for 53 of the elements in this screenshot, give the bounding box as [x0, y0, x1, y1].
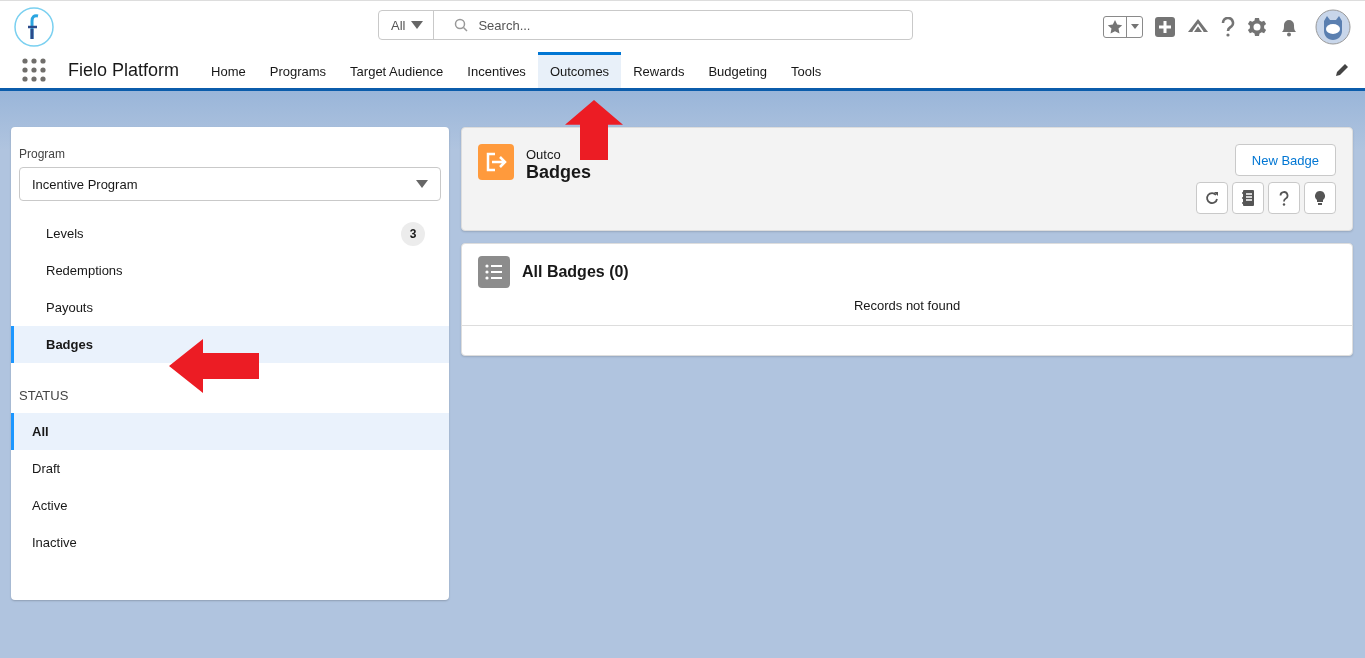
count-badge: 3 [401, 221, 425, 246]
search-field[interactable]: All Search... [378, 10, 913, 40]
status-filter[interactable]: Draft [11, 450, 449, 487]
nav-tab[interactable]: Outcomes [537, 52, 622, 88]
status-filter[interactable]: Inactive [11, 524, 449, 561]
notebook-icon [1242, 190, 1254, 206]
section-heading: STATUS [19, 388, 70, 403]
new-button[interactable]: New Badge [1234, 144, 1336, 176]
empty-message: Records not found [462, 288, 1352, 326]
nav-tab[interactable]: Rewards [621, 52, 697, 88]
annotation-arrow [565, 100, 623, 160]
edit-icon[interactable] [1335, 63, 1349, 77]
logo-icon[interactable] [14, 6, 54, 47]
list-title: All Badges (0) [522, 263, 629, 281]
help-icon[interactable] [1221, 16, 1235, 37]
refresh-icon [1205, 191, 1219, 205]
caret-icon [1130, 24, 1139, 29]
program-dropdown[interactable]: Incentive Program [19, 167, 441, 201]
nav-tab[interactable]: Tools [779, 52, 834, 88]
object-label: Outco [526, 147, 562, 162]
nav-tab[interactable]: Target Audience [338, 52, 456, 88]
tip-button[interactable] [1304, 182, 1336, 214]
sidebar-item[interactable]: Levels 3 [11, 215, 449, 252]
nav-tab[interactable]: Budgeting [696, 52, 779, 88]
lightbulb-icon [1315, 190, 1325, 206]
search-icon [454, 18, 469, 32]
status-filter[interactable]: All [11, 413, 449, 450]
list-icon [478, 256, 510, 288]
avatar-icon[interactable] [1315, 8, 1351, 45]
nav-tab[interactable]: Programs [257, 52, 339, 88]
nav-tab[interactable]: Home [199, 52, 258, 88]
caret-icon [411, 21, 424, 29]
app-launcher-icon[interactable] [22, 58, 46, 82]
sidebar-item[interactable]: Badges [11, 326, 449, 363]
page-title: Badges [526, 162, 592, 183]
sidebar-item[interactable]: Payouts [11, 289, 449, 326]
app-name: Fielo Platform [68, 59, 180, 81]
status-filter[interactable]: Active [11, 487, 449, 524]
refresh-button[interactable] [1196, 182, 1228, 214]
notebook-button[interactable] [1232, 182, 1264, 214]
favorites-button[interactable] [1103, 15, 1143, 38]
sidebar-item[interactable]: Redemptions [11, 252, 449, 289]
nav-tab[interactable]: Incentives [455, 52, 538, 88]
item-label: Levels [46, 226, 84, 241]
scope-dropdown[interactable]: All [379, 11, 435, 39]
exit-icon [478, 144, 514, 180]
field-label: Program [19, 147, 66, 161]
settings-icon[interactable] [1247, 16, 1267, 37]
star-icon [1107, 18, 1123, 35]
caret-icon [416, 180, 428, 188]
help-button[interactable] [1268, 182, 1300, 214]
help-icon [1279, 190, 1289, 206]
add-icon[interactable] [1155, 16, 1175, 37]
